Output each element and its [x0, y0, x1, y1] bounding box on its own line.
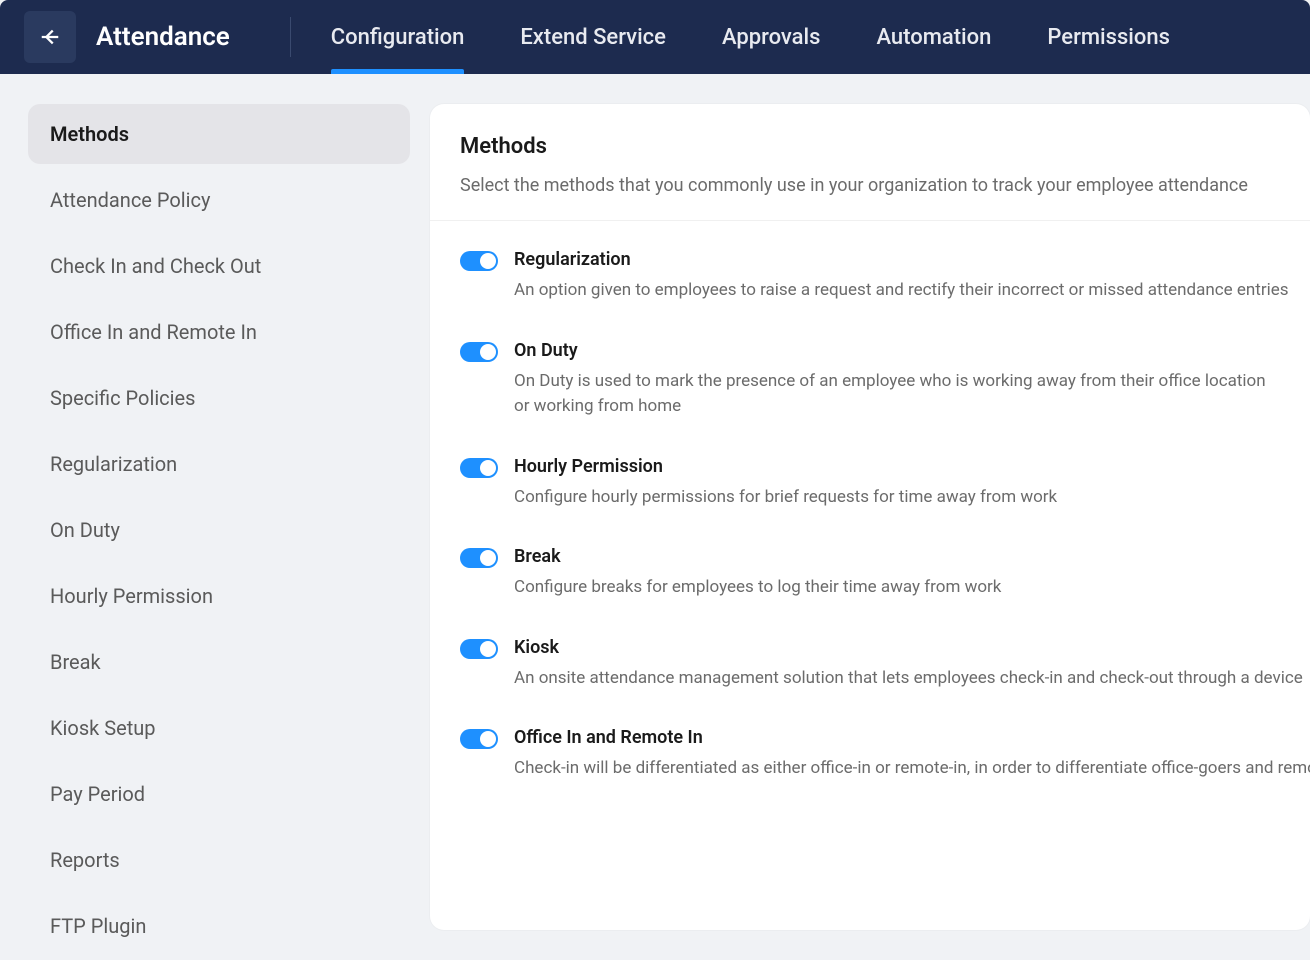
method-title: Break [514, 546, 1280, 567]
content-subtitle: Select the methods that you commonly use… [460, 173, 1280, 198]
tab-permissions[interactable]: Permissions [1047, 0, 1170, 74]
method-title: On Duty [514, 340, 1280, 361]
header-tabs: Configuration Extend Service Approvals A… [331, 0, 1170, 74]
sidebar-item-regularization[interactable]: Regularization [28, 434, 410, 494]
sidebar-item-office-remote-in[interactable]: Office In and Remote In [28, 302, 410, 362]
method-info: Office In and Remote In Check-in will be… [514, 727, 1310, 782]
toggle-office-remote-in[interactable] [460, 729, 498, 749]
sidebar-item-methods[interactable]: Methods [28, 104, 410, 164]
sidebar-item-specific-policies[interactable]: Specific Policies [28, 368, 410, 428]
sidebar-item-break[interactable]: Break [28, 632, 410, 692]
method-title: Office In and Remote In [514, 727, 1310, 748]
method-desc: An option given to employees to raise a … [514, 278, 1289, 304]
method-title: Kiosk [514, 637, 1303, 658]
content-header: Methods Select the methods that you comm… [430, 104, 1310, 221]
tab-approvals[interactable]: Approvals [722, 0, 821, 74]
method-title: Hourly Permission [514, 456, 1280, 477]
method-row-kiosk: Kiosk An onsite attendance management so… [430, 619, 1310, 710]
sidebar-item-ftp-plugin[interactable]: FTP Plugin [28, 896, 410, 956]
sidebar-item-check-in-out[interactable]: Check In and Check Out [28, 236, 410, 296]
method-desc: Check-in will be differentiated as eithe… [514, 756, 1310, 782]
method-desc: An onsite attendance management solution… [514, 666, 1303, 692]
arrow-left-icon [39, 26, 61, 48]
body: Methods Attendance Policy Check In and C… [0, 74, 1310, 960]
method-row-regularization: Regularization An option given to employ… [430, 231, 1310, 322]
sidebar-item-attendance-policy[interactable]: Attendance Policy [28, 170, 410, 230]
method-row-office-remote-in: Office In and Remote In Check-in will be… [430, 709, 1310, 800]
sidebar-item-kiosk-setup[interactable]: Kiosk Setup [28, 698, 410, 758]
method-info: On Duty On Duty is used to mark the pres… [514, 340, 1280, 420]
sidebar: Methods Attendance Policy Check In and C… [0, 74, 430, 960]
sidebar-item-reports[interactable]: Reports [28, 830, 410, 890]
sidebar-item-hourly-permission[interactable]: Hourly Permission [28, 566, 410, 626]
method-row-on-duty: On Duty On Duty is used to mark the pres… [430, 322, 1310, 438]
method-desc: On Duty is used to mark the presence of … [514, 369, 1280, 420]
tab-automation[interactable]: Automation [876, 0, 991, 74]
method-info: Regularization An option given to employ… [514, 249, 1289, 304]
method-title: Regularization [514, 249, 1289, 270]
method-row-hourly-permission: Hourly Permission Configure hourly permi… [430, 438, 1310, 529]
toggle-hourly-permission[interactable] [460, 458, 498, 478]
toggle-on-duty[interactable] [460, 342, 498, 362]
tab-configuration[interactable]: Configuration [331, 0, 465, 74]
header-separator [290, 17, 291, 57]
toggle-regularization[interactable] [460, 251, 498, 271]
method-info: Break Configure breaks for employees to … [514, 546, 1280, 601]
toggle-kiosk[interactable] [460, 639, 498, 659]
methods-list: Regularization An option given to employ… [430, 221, 1310, 810]
content-card: Methods Select the methods that you comm… [430, 104, 1310, 930]
method-row-break: Break Configure breaks for employees to … [430, 528, 1310, 619]
sidebar-item-pay-period[interactable]: Pay Period [28, 764, 410, 824]
content-title: Methods [460, 134, 1280, 159]
back-button[interactable] [24, 11, 76, 63]
app-header: Attendance Configuration Extend Service … [0, 0, 1310, 74]
toggle-break[interactable] [460, 548, 498, 568]
method-info: Hourly Permission Configure hourly permi… [514, 456, 1280, 511]
tab-extend-service[interactable]: Extend Service [520, 0, 666, 74]
page-title: Attendance [96, 22, 230, 52]
method-desc: Configure breaks for employees to log th… [514, 575, 1280, 601]
sidebar-item-on-duty[interactable]: On Duty [28, 500, 410, 560]
method-desc: Configure hourly permissions for brief r… [514, 485, 1280, 511]
method-info: Kiosk An onsite attendance management so… [514, 637, 1303, 692]
